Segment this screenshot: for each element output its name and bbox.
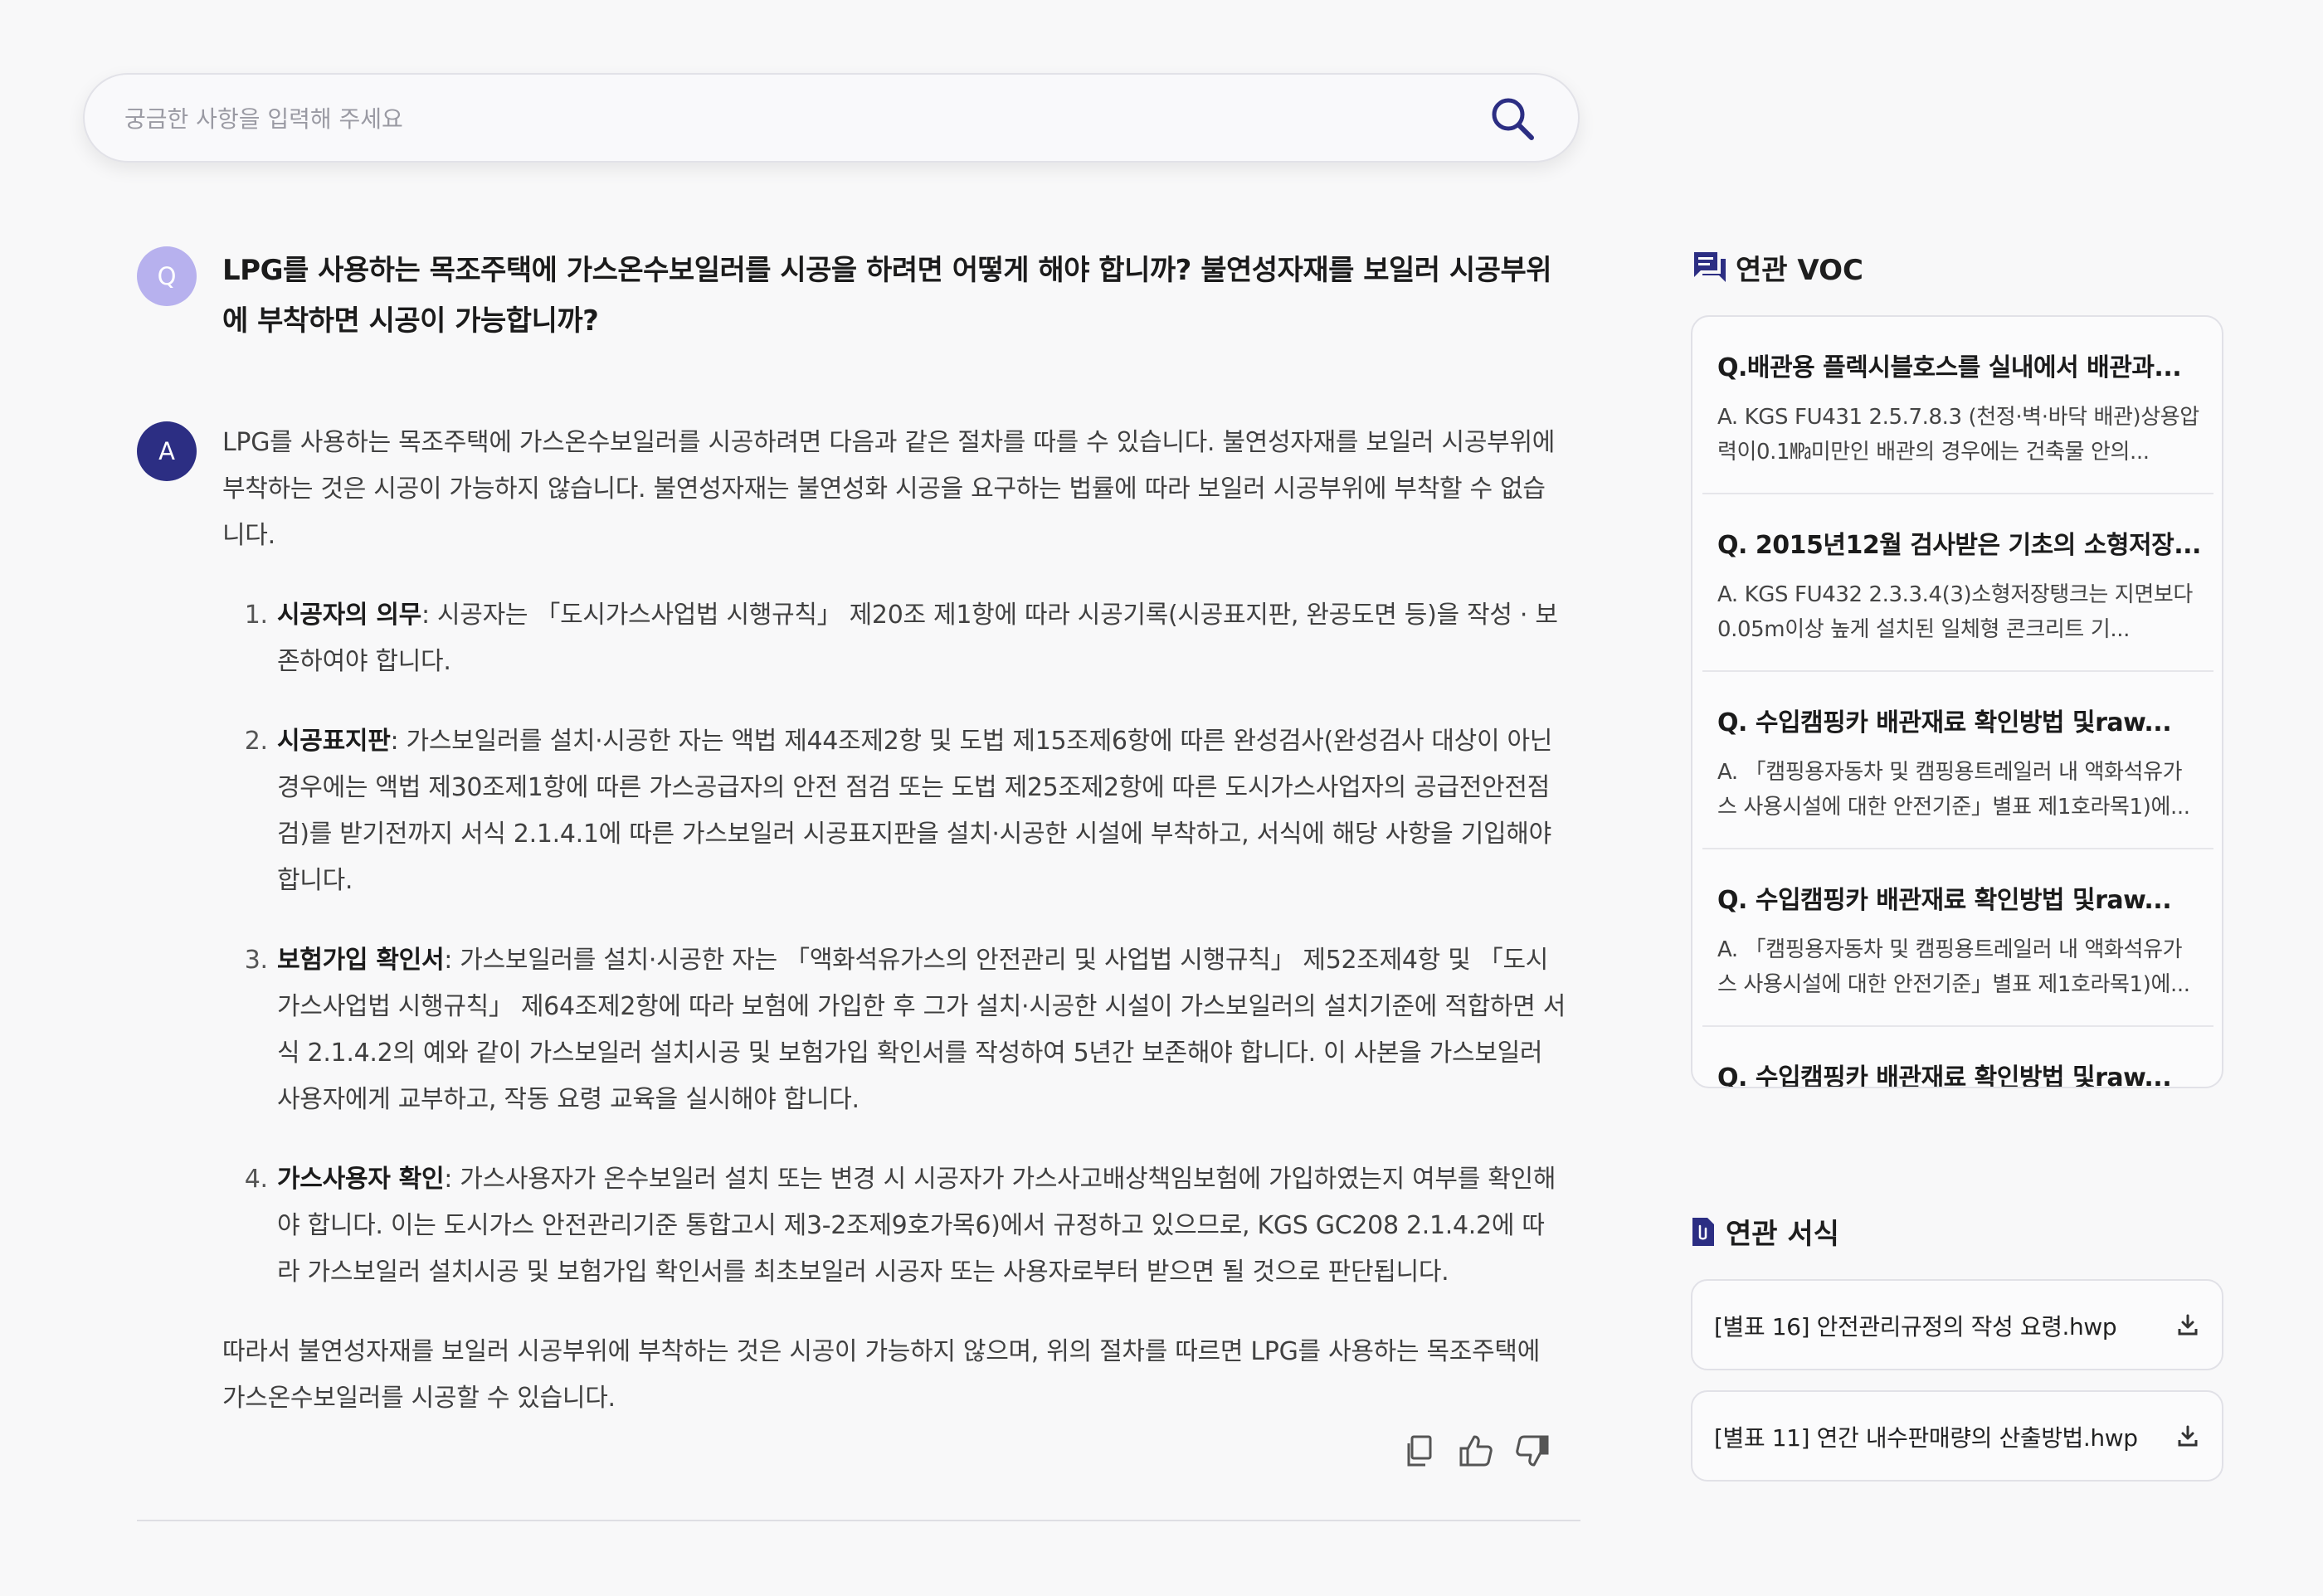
search-bar [83, 73, 1580, 163]
answer-step: 보험가입 확인서: 가스보일러를 설치·시공한 자는 「액화석유가스의 안전관리… [275, 937, 1566, 1123]
voc-answer: A. 「캠핑용자동차 및 캠핑용트레일러 내 액화석유가스 사용시설에 대한 안… [1717, 760, 2190, 820]
voc-item[interactable]: Q. 2015년12월 검사받은 기초의 소형저장... A. KGS FU43… [1717, 524, 2200, 647]
step-title: 시공표지판 [277, 727, 391, 756]
copy-icon [1407, 1435, 1432, 1467]
like-button[interactable] [1457, 1432, 1495, 1470]
step-title: 시공자의 의무 [277, 601, 421, 630]
step-text: : 가스보일러를 설치·시공한 자는 「액화석유가스의 안전관리 및 사업법 시… [277, 946, 1566, 1114]
voc-answer: A. KGS FU431 2.5.7.8.3 (천정·벽·바닥 배관)상용압력이… [1717, 405, 2199, 465]
question-avatar: Q [137, 246, 197, 306]
step-text: : 시공자는 「도시가스사업법 시행규칙」 제20조 제1항에 따라 시공기록(… [277, 601, 1558, 676]
answer-avatar: A [137, 421, 197, 481]
answer-steps: 시공자의 의무: 시공자는 「도시가스사업법 시행규칙」 제20조 제1항에 따… [222, 592, 1566, 1296]
question-text: LPG를 사용하는 목조주택에 가스온수보일러를 시공을 하려면 어떻게 해야 … [222, 254, 1552, 338]
step-text: : 가스보일러를 설치·시공한 자는 액법 제44조제2항 및 도법 제15조제… [277, 727, 1553, 895]
voc-item[interactable]: Q. 수입캠핑카 배관재료 확인방법 및raw... A. 「캠핑용자동차 및 … [1717, 879, 2200, 1002]
answer-step: 시공자의 의무: 시공자는 「도시가스사업법 시행규칙」 제20조 제1항에 따… [275, 592, 1566, 685]
step-title: 보험가입 확인서 [277, 946, 445, 975]
answer-closing: 따라서 불연성자재를 보일러 시공부위에 부착하는 것은 시공이 가능하지 않으… [222, 1337, 1540, 1413]
answer-intro: LPG를 사용하는 목조주택에 가스온수보일러를 시공하려면 다음과 같은 절차… [222, 428, 1556, 550]
answer-body: LPG를 사용하는 목조주택에 가스온수보일러를 시공하려면 다음과 같은 절차… [222, 420, 1566, 1422]
form-name: [별표 11] 연간 내수판매량의 산출방법.hwp [1714, 1424, 2138, 1452]
voc-item[interactable]: Q.배관용 플렉시블호스를 실내에서 배관과... A. KGS FU431 2… [1717, 347, 2200, 470]
step-text: : 가스사용자가 온수보일러 설치 또는 변경 시 시공자가 가스사고배상책임보… [277, 1165, 1556, 1287]
search-input[interactable] [123, 75, 1454, 163]
step-title: 가스사용자 확인 [277, 1165, 445, 1194]
voc-question: Q. 수입캠핑카 배관재료 확인방법 및raw... [1717, 708, 2172, 737]
answer-step: 가스사용자 확인: 가스사용자가 온수보일러 설치 또는 변경 시 시공자가 가… [275, 1156, 1566, 1296]
voc-separator [1702, 1025, 2213, 1027]
forms-title: 연관 서식 [1726, 1218, 1839, 1251]
voc-answer: A. KGS FU432 2.3.3.4(3)소형저장탱크는 지면보다0.05m… [1717, 582, 2193, 642]
voc-item[interactable]: Q. 수입캠핑카 배관재료 확인방법 및raw... [1717, 1057, 2200, 1088]
divider [137, 1520, 1580, 1521]
voc-title: 연관 VOC [1736, 254, 1863, 287]
dislike-button[interactable] [1513, 1432, 1551, 1470]
voc-separator [1702, 493, 2213, 494]
form-item[interactable]: [별표 11] 연간 내수판매량의 산출방법.hwp [1691, 1390, 2223, 1482]
copy-button[interactable] [1400, 1432, 1439, 1470]
clip-document-icon [1692, 1218, 1714, 1246]
voc-item[interactable]: Q. 수입캠핑카 배관재료 확인방법 및raw... A. 「캠핑용자동차 및 … [1717, 702, 2200, 825]
voc-answer: A. 「캠핑용자동차 및 캠핑용트레일러 내 액화석유가스 사용시설에 대한 안… [1717, 937, 2190, 997]
voc-question: Q. 수입캠핑카 배관재료 확인방법 및raw... [1717, 886, 2172, 915]
search-icon [1492, 98, 1534, 140]
chat-icon [1694, 252, 1726, 282]
thumbs-down-icon [1516, 1435, 1549, 1467]
voc-question: Q. 2015년12월 검사받은 기초의 소형저장... [1717, 531, 2200, 560]
form-item[interactable]: [별표 16] 안전관리규정의 작성 요령.hwp [1691, 1279, 2223, 1370]
voc-separator [1702, 848, 2213, 849]
voc-question: Q.배관용 플렉시블호스를 실내에서 배관과... [1717, 353, 2182, 382]
form-name: [별표 16] 안전관리규정의 작성 요령.hwp [1714, 1313, 2117, 1341]
search-button[interactable] [1488, 95, 1536, 143]
voc-list: Q.배관용 플렉시블호스를 실내에서 배관과... A. KGS FU431 2… [1691, 315, 2223, 1088]
voc-separator [1702, 670, 2213, 672]
answer-step: 시공표지판: 가스보일러를 설치·시공한 자는 액법 제44조제2항 및 도법 … [275, 718, 1566, 904]
download-icon[interactable] [2175, 1312, 2200, 1337]
voc-question: Q. 수입캠핑카 배관재료 확인방법 및raw... [1717, 1063, 2172, 1088]
thumbs-up-icon [1459, 1435, 1493, 1467]
download-icon[interactable] [2175, 1423, 2200, 1448]
